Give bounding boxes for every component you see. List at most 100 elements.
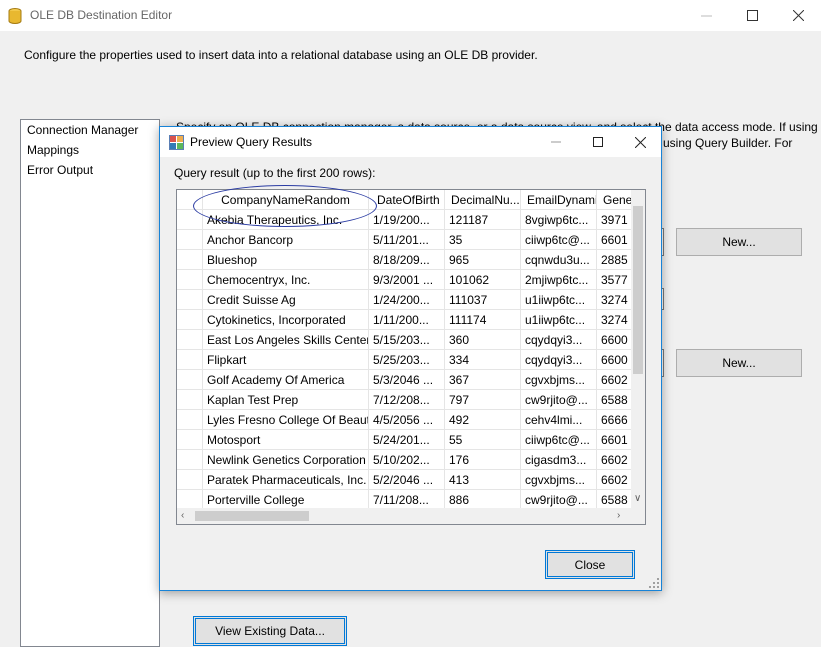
table-cell[interactable]: cigasdm3...	[521, 450, 597, 470]
column-header[interactable]: DateOfBirth	[369, 190, 445, 210]
horizontal-scroll-thumb[interactable]	[195, 511, 309, 521]
row-header[interactable]	[177, 270, 203, 290]
table-cell[interactable]: 111174	[445, 310, 521, 330]
table-cell[interactable]: cgvxbjms...	[521, 470, 597, 490]
table-cell[interactable]: Cytokinetics, Incorporated	[203, 310, 369, 330]
dialog-minimize-button[interactable]	[535, 127, 577, 157]
table-cell[interactable]: 101062	[445, 270, 521, 290]
new-connection-button[interactable]: New...	[676, 228, 802, 256]
table-cell[interactable]: cw9rjito@...	[521, 490, 597, 510]
dialog-close-button[interactable]: Close	[545, 550, 635, 579]
table-cell[interactable]: 176	[445, 450, 521, 470]
row-header[interactable]	[177, 410, 203, 430]
table-cell[interactable]: cgvxbjms...	[521, 370, 597, 390]
table-cell[interactable]: 334	[445, 350, 521, 370]
nav-item-connection-manager[interactable]: Connection Manager	[27, 123, 138, 137]
column-header[interactable]: CompanyNameRandom	[203, 190, 369, 210]
table-cell[interactable]: 1/19/200...	[369, 210, 445, 230]
table-cell[interactable]: 413	[445, 470, 521, 490]
horizontal-scrollbar[interactable]: ‹ ›	[177, 508, 631, 524]
table-cell[interactable]: u1iiwp6tc...	[521, 290, 597, 310]
table-cell[interactable]: Porterville College	[203, 490, 369, 510]
table-cell[interactable]: 8/18/209...	[369, 250, 445, 270]
table-cell[interactable]: Kaplan Test Prep	[203, 390, 369, 410]
column-header[interactable]: DecimalNu...	[445, 190, 521, 210]
maximize-button[interactable]	[729, 0, 775, 31]
dialog-close-x-button[interactable]	[619, 127, 661, 157]
column-header[interactable]: EmailDynamic	[521, 190, 597, 210]
row-header[interactable]	[177, 330, 203, 350]
table-cell[interactable]: cqnwdu3u...	[521, 250, 597, 270]
table-cell[interactable]: Motosport	[203, 430, 369, 450]
table-cell[interactable]: 5/3/2046 ...	[369, 370, 445, 390]
close-window-button[interactable]	[775, 0, 821, 31]
table-cell[interactable]: 367	[445, 370, 521, 390]
table-cell[interactable]: 121187	[445, 210, 521, 230]
table-cell[interactable]: 5/15/203...	[369, 330, 445, 350]
table-cell[interactable]: ciiwp6tc@...	[521, 230, 597, 250]
row-header[interactable]	[177, 430, 203, 450]
row-header[interactable]	[177, 470, 203, 490]
row-header[interactable]	[177, 350, 203, 370]
table-cell[interactable]: 886	[445, 490, 521, 510]
table-cell[interactable]: 55	[445, 430, 521, 450]
table-cell[interactable]: Blueshop	[203, 250, 369, 270]
table-cell[interactable]: Flipkart	[203, 350, 369, 370]
row-header[interactable]	[177, 390, 203, 410]
table-cell[interactable]: Paratek Pharmaceuticals, Inc.	[203, 470, 369, 490]
row-header[interactable]	[177, 210, 203, 230]
table-cell[interactable]: Lyles Fresno College Of Beauty	[203, 410, 369, 430]
table-cell[interactable]: cqydqyi3...	[521, 350, 597, 370]
table-cell[interactable]: Akebia Therapeutics, Inc.	[203, 210, 369, 230]
table-cell[interactable]: 1/11/200...	[369, 310, 445, 330]
table-cell[interactable]: Chemocentryx, Inc.	[203, 270, 369, 290]
table-cell[interactable]: 7/12/208...	[369, 390, 445, 410]
dialog-maximize-button[interactable]	[577, 127, 619, 157]
table-cell[interactable]: 5/10/202...	[369, 450, 445, 470]
nav-item-mappings[interactable]: Mappings	[27, 143, 79, 157]
scroll-down-arrow-icon[interactable]: ∨	[634, 494, 641, 504]
query-results-grid[interactable]: CompanyNameRandom DateOfBirth DecimalNu.…	[176, 189, 646, 525]
minimize-button[interactable]	[683, 0, 729, 31]
table-cell[interactable]: 2mjiwp6tc...	[521, 270, 597, 290]
table-cell[interactable]: Newlink Genetics Corporation	[203, 450, 369, 470]
table-cell[interactable]: Golf Academy Of America	[203, 370, 369, 390]
table-cell[interactable]: 8vgiwp6tc...	[521, 210, 597, 230]
table-cell[interactable]: 9/3/2001 ...	[369, 270, 445, 290]
table-cell[interactable]: 360	[445, 330, 521, 350]
vertical-scrollbar[interactable]: ∨	[631, 190, 645, 508]
new-table-button[interactable]: New...	[676, 349, 802, 377]
table-cell[interactable]: Credit Suisse Ag	[203, 290, 369, 310]
table-cell[interactable]: Anchor Bancorp	[203, 230, 369, 250]
table-cell[interactable]: cehv4lmi...	[521, 410, 597, 430]
table-cell[interactable]: East Los Angeles Skills Center	[203, 330, 369, 350]
table-cell[interactable]: 5/24/201...	[369, 430, 445, 450]
table-cell[interactable]: cw9rjito@...	[521, 390, 597, 410]
table-cell[interactable]: 492	[445, 410, 521, 430]
row-header[interactable]	[177, 250, 203, 270]
row-header[interactable]	[177, 230, 203, 250]
table-cell[interactable]: u1iiwp6tc...	[521, 310, 597, 330]
resize-grip-icon[interactable]	[648, 577, 660, 589]
table-cell[interactable]: 1/24/200...	[369, 290, 445, 310]
scroll-left-arrow-icon[interactable]: ‹	[181, 511, 184, 521]
vertical-scroll-thumb[interactable]	[633, 206, 643, 374]
row-header[interactable]	[177, 290, 203, 310]
table-cell[interactable]: 5/11/201...	[369, 230, 445, 250]
table-cell[interactable]: 965	[445, 250, 521, 270]
table-cell[interactable]: 4/5/2056 ...	[369, 410, 445, 430]
nav-item-error-output[interactable]: Error Output	[27, 163, 93, 177]
row-header[interactable]	[177, 490, 203, 510]
table-cell[interactable]: 7/11/208...	[369, 490, 445, 510]
row-header[interactable]	[177, 370, 203, 390]
view-existing-data-button[interactable]: View Existing Data...	[193, 616, 347, 646]
table-cell[interactable]: 35	[445, 230, 521, 250]
row-header[interactable]	[177, 310, 203, 330]
table-cell[interactable]: 797	[445, 390, 521, 410]
scroll-right-arrow-icon[interactable]: ›	[617, 511, 620, 521]
table-cell[interactable]: 111037	[445, 290, 521, 310]
table-cell[interactable]: ciiwp6tc@...	[521, 430, 597, 450]
table-cell[interactable]: cqydqyi3...	[521, 330, 597, 350]
table-cell[interactable]: 5/25/203...	[369, 350, 445, 370]
table-cell[interactable]: 5/2/2046 ...	[369, 470, 445, 490]
